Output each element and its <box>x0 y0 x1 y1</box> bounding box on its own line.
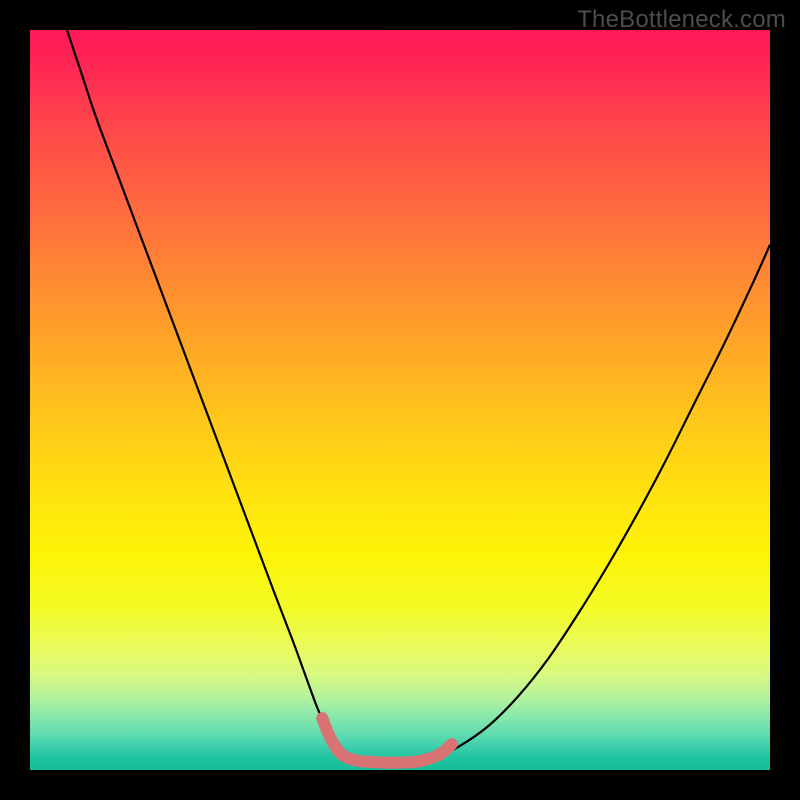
watermark-text: TheBottleneck.com <box>577 6 786 34</box>
curve-black <box>67 30 770 763</box>
chart-frame: TheBottleneck.com <box>0 0 800 800</box>
marker-pink <box>322 718 452 762</box>
chart-curves-svg <box>30 30 770 770</box>
